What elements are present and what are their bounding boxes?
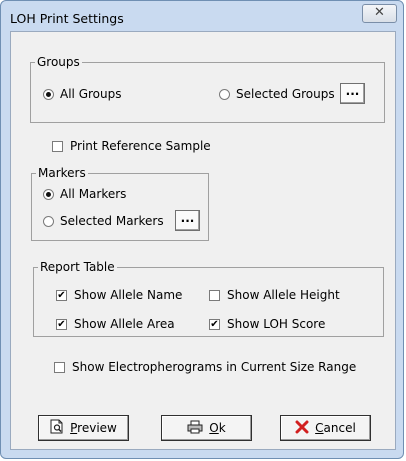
all-markers-radio[interactable]: All Markers [43,187,126,201]
selected-groups-label: Selected Groups [236,87,335,101]
dialog-client-area: Groups All Groups Selected Groups ... Pr… [10,31,396,450]
show-allele-area-check-indicator: ✔ [56,318,67,330]
browse-groups-button[interactable]: ... [340,83,365,104]
show-loh-score-check-indicator: ✔ [209,318,220,330]
report-table-legend: Report Table [38,260,117,274]
show-loh-score-label: Show LOH Score [227,317,326,331]
show-allele-name-label: Show Allele Name [74,288,183,302]
show-electropherograms-label: Show Electropherograms in Current Size R… [72,360,357,374]
print-reference-sample-checkbox[interactable]: Print Reference Sample [52,139,211,153]
report-table-groupbox: Report Table ✔ Show Allele Name Show All… [33,260,384,337]
show-allele-name-check-indicator: ✔ [56,289,67,301]
show-electropherograms-checkbox[interactable]: Show Electropherograms in Current Size R… [54,360,356,374]
ok-label: Ok [209,421,226,435]
all-groups-radio-indicator [43,88,54,100]
cross-icon [295,420,309,437]
all-markers-label: All Markers [60,187,127,201]
cancel-button[interactable]: Cancel [280,415,371,441]
dialog-window: LOH Print Settings ✕ Groups All Groups S… [0,0,404,459]
show-allele-height-checkbox[interactable]: Show Allele Height [209,288,340,302]
print-reference-sample-check-indicator [52,140,63,152]
show-allele-height-label: Show Allele Height [227,288,340,302]
selected-markers-label: Selected Markers [60,214,164,228]
show-allele-name-checkbox[interactable]: ✔ Show Allele Name [56,288,182,302]
all-markers-radio-indicator [43,188,54,200]
show-loh-score-checkbox[interactable]: ✔ Show LOH Score [209,317,325,331]
close-button[interactable]: ✕ [362,4,397,23]
show-electropherograms-check-indicator [54,361,65,373]
preview-button[interactable]: Preview [38,415,129,441]
cancel-label: Cancel [315,421,356,435]
markers-legend: Markers [36,166,88,180]
show-allele-area-label: Show Allele Area [74,317,175,331]
close-icon: ✕ [374,5,385,20]
preview-icon [50,419,64,437]
printer-icon [187,420,203,437]
preview-label: Preview [70,421,117,435]
selected-markers-radio[interactable]: Selected Markers [43,214,164,228]
markers-groupbox: Markers All Markers Selected Markers ... [31,166,209,241]
print-reference-sample-label: Print Reference Sample [70,139,211,153]
selected-groups-radio-indicator [219,88,230,100]
all-groups-label: All Groups [60,87,122,101]
selected-groups-radio[interactable]: Selected Groups [219,87,335,101]
selected-markers-radio-indicator [43,215,54,227]
show-allele-area-checkbox[interactable]: ✔ Show Allele Area [56,317,175,331]
groups-groupbox: Groups All Groups Selected Groups ... [30,55,385,123]
window-title: LOH Print Settings [10,11,124,26]
show-allele-height-check-indicator [209,289,220,301]
ok-button[interactable]: Ok [161,415,252,441]
browse-markers-button[interactable]: ... [175,210,200,231]
title-bar[interactable]: LOH Print Settings ✕ [1,1,403,31]
all-groups-radio[interactable]: All Groups [43,87,121,101]
groups-legend: Groups [35,55,82,69]
